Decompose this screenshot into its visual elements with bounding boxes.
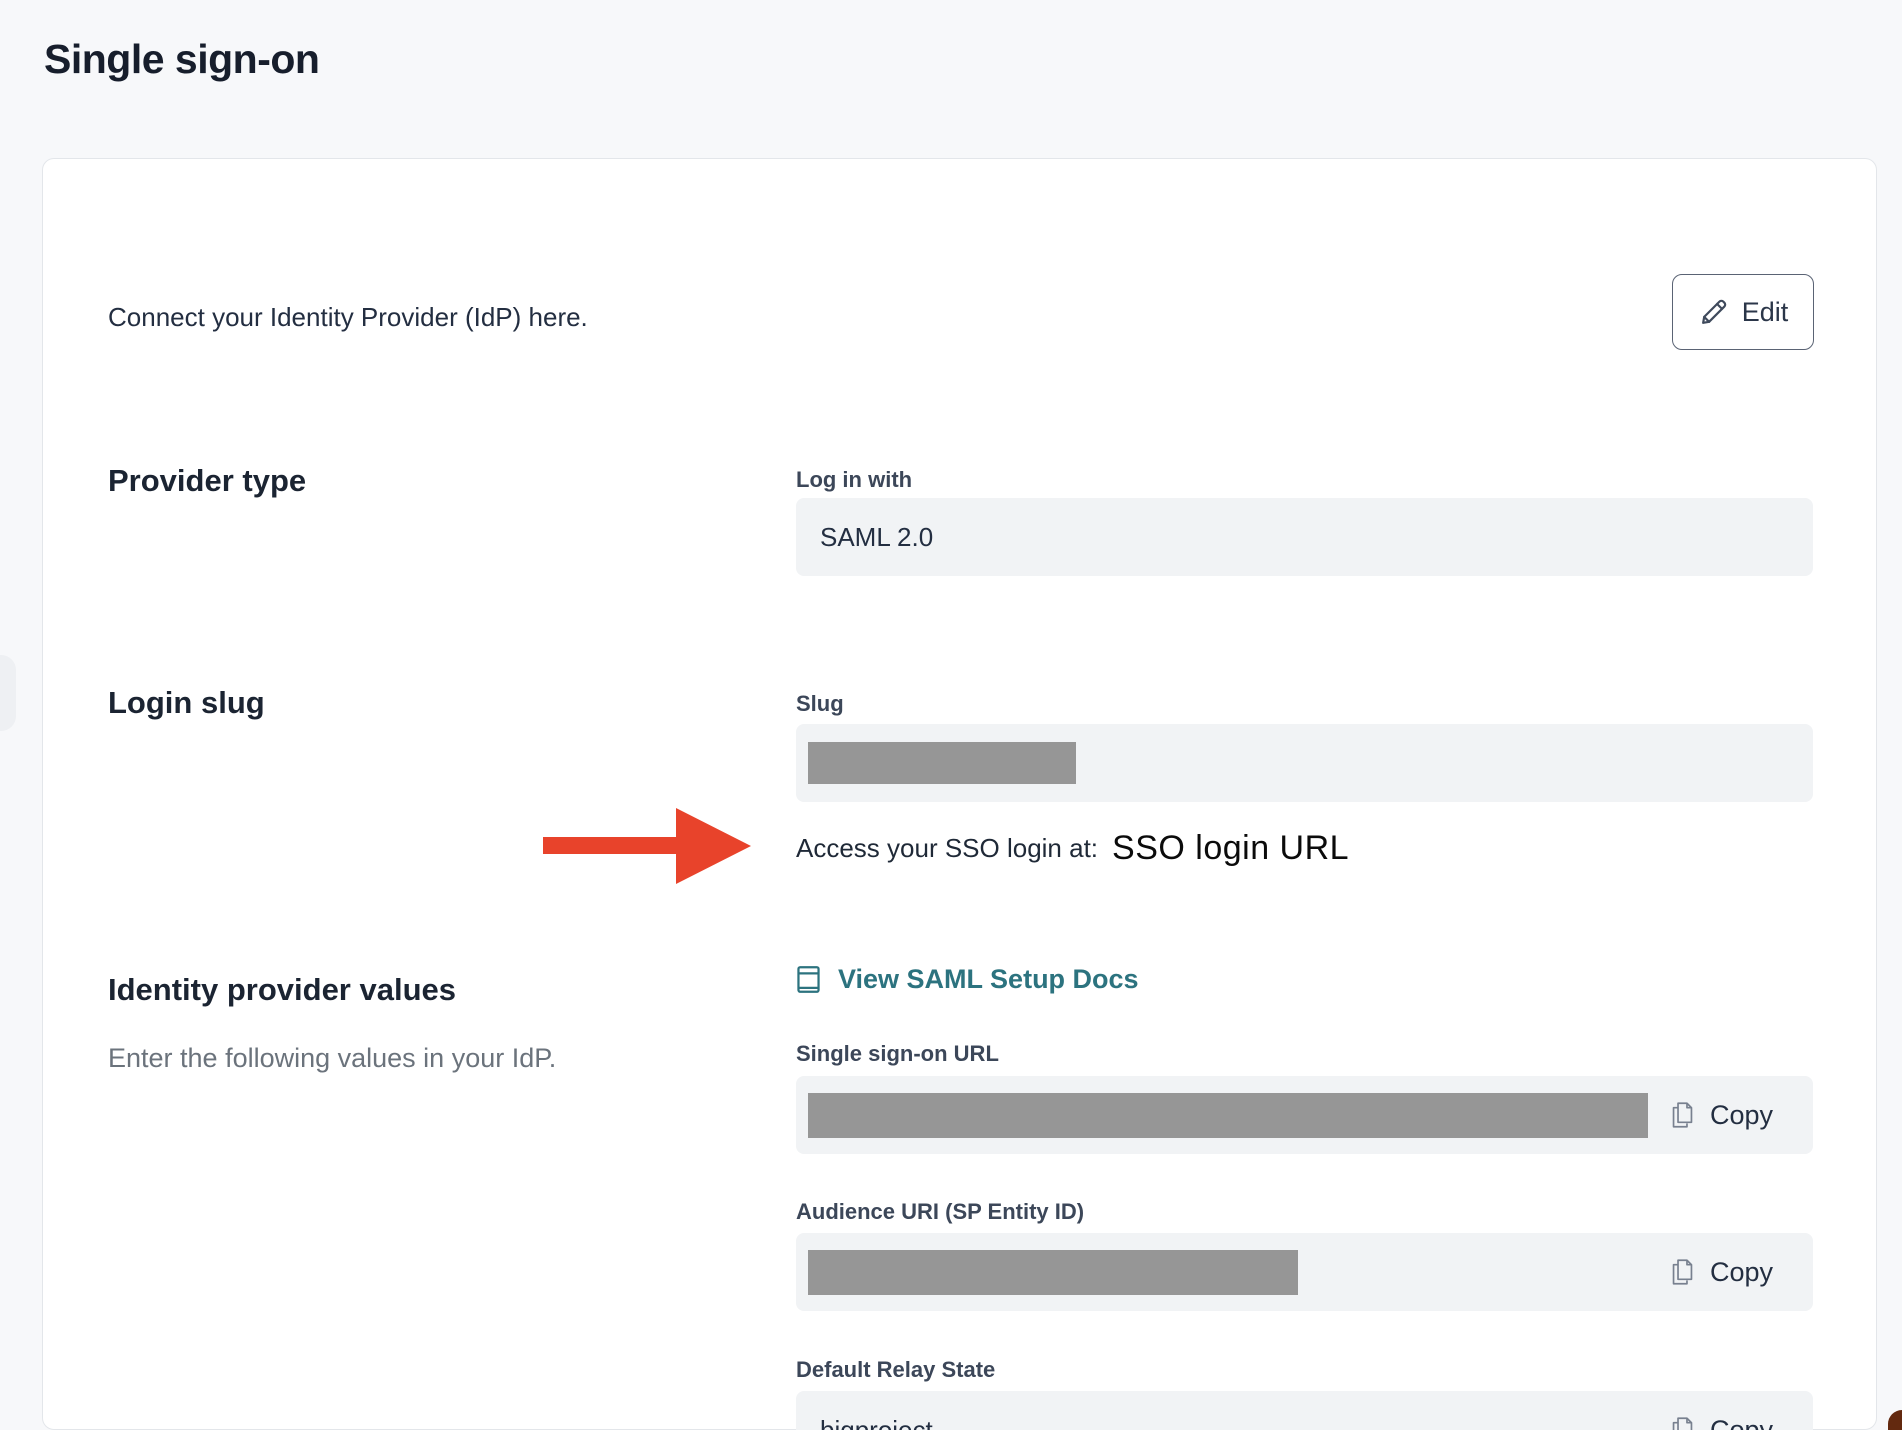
copy-icon [1670,1258,1695,1286]
annotation-arrow [543,808,751,889]
provider-type-field: SAML 2.0 [796,498,1813,576]
copy-button-label: Copy [1710,1257,1773,1288]
idp-values-subheading: Enter the following values in your IdP. [108,1043,556,1074]
sso-url-label: Single sign-on URL [796,1041,999,1067]
login-slug-heading: Login slug [108,685,265,721]
sso-login-note: Access your SSO login at: SSO login URL [796,819,1349,877]
sso-settings-card: Connect your Identity Provider (IdP) her… [42,158,1877,1430]
saml-docs-link[interactable]: View SAML Setup Docs [796,959,1139,999]
redacted-audience-uri-value [808,1250,1298,1295]
copy-button-label: Copy [1710,1100,1773,1131]
book-icon [796,965,821,994]
copy-button-label: Copy [1710,1415,1773,1430]
copy-audience-uri-button[interactable]: Copy [1670,1257,1773,1288]
audience-uri-field: Copy [796,1233,1813,1311]
redacted-sso-url-value [808,1093,1648,1138]
copy-sso-url-button[interactable]: Copy [1670,1100,1773,1131]
provider-type-value: SAML 2.0 [820,522,933,553]
sso-note-prefix: Access your SSO login at: [796,833,1098,864]
copy-icon [1670,1416,1695,1430]
screen-corner-artifact [1888,1410,1902,1430]
provider-type-heading: Provider type [108,463,306,499]
page-title: Single sign-on [44,36,319,83]
slug-label: Slug [796,691,844,717]
sso-login-url-annotation: SSO login URL [1112,829,1349,868]
pencil-icon [1698,297,1729,328]
copy-relay-state-button[interactable]: Copy [1670,1415,1773,1430]
left-edge-handle [0,655,16,731]
slug-field [796,724,1813,802]
redacted-slug-value [808,742,1076,784]
edit-button[interactable]: Edit [1672,274,1814,350]
saml-docs-link-label: View SAML Setup Docs [838,964,1139,995]
intro-text: Connect your Identity Provider (IdP) her… [108,302,588,333]
login-with-label: Log in with [796,467,912,493]
default-relay-state-value: bigproject [820,1415,933,1430]
sso-url-field: Copy [796,1076,1813,1154]
audience-uri-label: Audience URI (SP Entity ID) [796,1199,1084,1225]
edit-button-label: Edit [1742,297,1789,328]
copy-icon [1670,1101,1695,1129]
default-relay-state-label: Default Relay State [796,1357,995,1383]
idp-values-heading: Identity provider values [108,972,456,1008]
default-relay-state-field: bigproject Copy [796,1391,1813,1430]
